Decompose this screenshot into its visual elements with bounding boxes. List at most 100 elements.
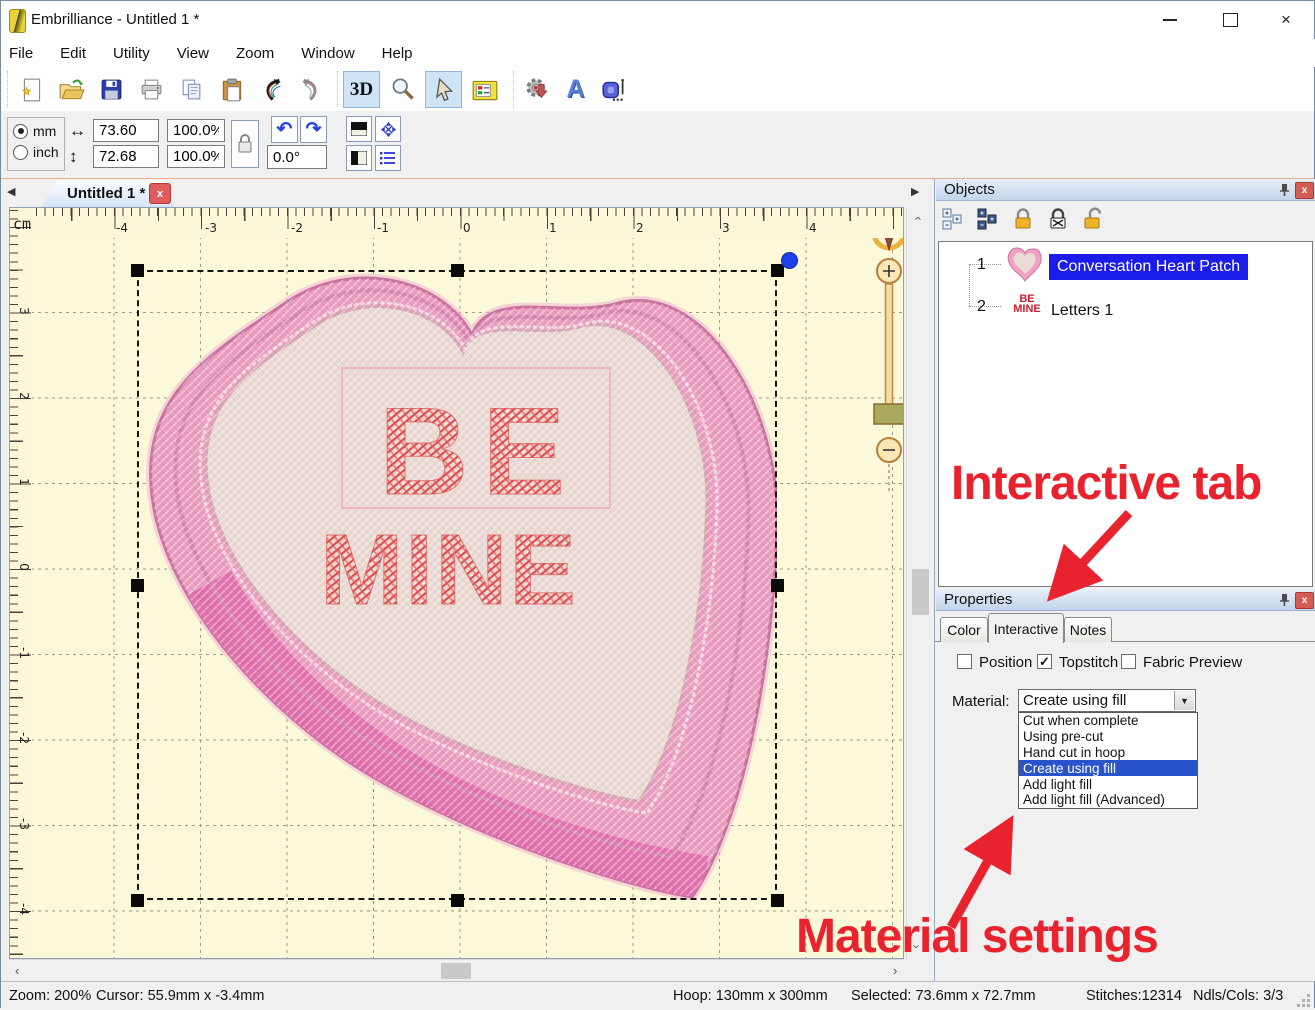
v-ruler-label: 1 [17, 472, 31, 492]
undo-button[interactable] [253, 71, 290, 108]
fabric-preview-checkbox[interactable] [1121, 654, 1136, 669]
group-select-icon[interactable] [941, 207, 965, 231]
selection-handle-nw[interactable] [131, 264, 144, 277]
properties-panel-header: Properties [936, 589, 1315, 611]
selection-handle-e[interactable] [771, 579, 784, 592]
menu-zoom[interactable]: Zoom [236, 45, 274, 62]
unit-mm-radio[interactable]: mm [13, 123, 64, 139]
option-cut-when-complete[interactable]: Cut when complete [1019, 713, 1197, 729]
menu-window[interactable]: Window [301, 45, 354, 62]
object-item-2[interactable]: Letters 1 [1051, 302, 1113, 320]
properties-pin-icon[interactable] [1276, 592, 1292, 608]
tab-notes-label: Notes [1070, 622, 1107, 638]
menu-utility[interactable]: Utility [113, 45, 150, 62]
paste-button[interactable] [213, 71, 250, 108]
height-percent-input[interactable] [167, 145, 225, 168]
zoom-slider-handle[interactable] [874, 404, 904, 424]
zoom-slider-track[interactable] [886, 284, 893, 414]
ruler-unit-label: cm [13, 215, 31, 233]
thread-palette-icon [471, 77, 499, 103]
topstitch-checkbox[interactable]: ✓ [1037, 654, 1052, 669]
height-input[interactable] [93, 145, 159, 168]
h-scroll-thumb[interactable] [441, 963, 471, 979]
canvas-vertical-scrollbar[interactable]: › › [906, 207, 934, 959]
width-input[interactable] [93, 119, 159, 142]
selection-handle-se[interactable] [771, 894, 784, 907]
view-3d-button[interactable]: 3D [343, 71, 380, 108]
split-left-icon [351, 151, 367, 165]
unit-inch-radio[interactable]: inch [13, 144, 64, 160]
menu-file[interactable]: File [9, 45, 33, 62]
selection-handle-w[interactable] [131, 579, 144, 592]
design-canvas[interactable]: BE BE MINE MINE N -4 -3 -2 -1 0 1 2 3 [9, 207, 904, 959]
selection-rectangle[interactable] [137, 270, 777, 900]
background-view-button[interactable] [346, 145, 372, 171]
option-using-pre-cut[interactable]: Using pre-cut [1019, 729, 1197, 745]
objects-list[interactable]: 1 Conversation Heart Patch 2 BE MINE Let… [938, 241, 1313, 587]
scroll-left-arrow[interactable]: ‹ [15, 963, 19, 978]
foreground-view-button[interactable] [346, 116, 372, 142]
selection-handle-sw[interactable] [131, 894, 144, 907]
option-add-light-fill-advanced[interactable]: Add light fill (Advanced) [1019, 792, 1197, 808]
objects-close-button[interactable]: x [1295, 182, 1314, 199]
canvas-horizontal-scrollbar[interactable]: ‹ › [9, 959, 904, 982]
option-add-light-fill[interactable]: Add light fill [1019, 776, 1197, 792]
tab-interactive[interactable]: Interactive [988, 613, 1064, 643]
v-scroll-thumb[interactable] [912, 569, 929, 615]
width-percent-input[interactable] [167, 119, 225, 142]
rotate-left-button[interactable]: ↶ [271, 116, 298, 143]
tab-color[interactable]: Color [940, 617, 988, 642]
stitch-order-button[interactable] [375, 145, 401, 171]
maximize-button[interactable] [1219, 11, 1241, 29]
selection-handle-s[interactable] [451, 894, 464, 907]
position-checkbox[interactable] [957, 654, 972, 669]
new-document-button[interactable] [13, 71, 50, 108]
selection-handle-n[interactable] [451, 264, 464, 277]
right-panel-area: Objects x 1 Conversation Heart Patch 2 B… [934, 179, 1315, 981]
object-item-1[interactable]: Conversation Heart Patch [1049, 254, 1248, 280]
minimize-button[interactable] [1159, 11, 1181, 29]
stitch-process-button[interactable] [519, 71, 556, 108]
fit-window-button[interactable] [375, 116, 401, 142]
letters-button[interactable]: A [557, 71, 594, 108]
material-dropdown[interactable]: Create using fill ▼ [1018, 689, 1196, 712]
rotate-right-button[interactable]: ↷ [300, 116, 327, 143]
copy-icon [179, 77, 204, 102]
tab-notes[interactable]: Notes [1064, 617, 1112, 642]
option-hand-cut-in-hoop[interactable]: Hand cut in hoop [1019, 745, 1197, 761]
rotation-handle[interactable] [781, 252, 798, 269]
width-arrows-icon: ↔ [69, 121, 86, 141]
unlock-icon[interactable] [1081, 207, 1105, 231]
rotation-input[interactable] [267, 145, 327, 169]
menu-edit[interactable]: Edit [60, 45, 86, 62]
hoop-settings-button[interactable] [595, 71, 632, 108]
resize-grip[interactable] [1297, 994, 1311, 1008]
group-merge-icon[interactable] [976, 207, 1000, 231]
open-file-button[interactable] [53, 71, 90, 108]
scroll-up-arrow[interactable]: › [910, 216, 925, 220]
objects-pin-icon[interactable] [1276, 182, 1292, 198]
option-create-using-fill[interactable]: Create using fill [1019, 760, 1197, 776]
scroll-right-arrow[interactable]: › [893, 963, 897, 978]
menu-view[interactable]: View [177, 45, 209, 62]
select-tool-button[interactable] [425, 71, 462, 108]
thread-palette-button[interactable] [466, 71, 503, 108]
lock-aspect-button[interactable] [231, 120, 259, 168]
print-button[interactable] [133, 71, 170, 108]
canvas-controls: N [860, 208, 904, 508]
annotation-material-settings: Material settings [796, 909, 1158, 964]
hoop-needle-icon [600, 76, 628, 104]
zoom-tool-button[interactable] [384, 71, 421, 108]
properties-close-button[interactable]: x [1295, 592, 1314, 609]
dropdown-arrow-icon[interactable]: ▼ [1174, 691, 1194, 710]
lock-icon[interactable] [1011, 207, 1035, 231]
close-button[interactable]: × [1275, 11, 1297, 29]
menu-help[interactable]: Help [382, 45, 413, 62]
copy-button[interactable] [173, 71, 210, 108]
redo-button[interactable] [293, 71, 330, 108]
tab-close-button[interactable]: x [149, 183, 171, 204]
lock-disable-icon[interactable] [1046, 207, 1070, 231]
tab-scroll-right[interactable]: ▶ [911, 185, 919, 198]
tab-scroll-left[interactable]: ◀ [7, 185, 15, 198]
save-button[interactable] [93, 71, 130, 108]
